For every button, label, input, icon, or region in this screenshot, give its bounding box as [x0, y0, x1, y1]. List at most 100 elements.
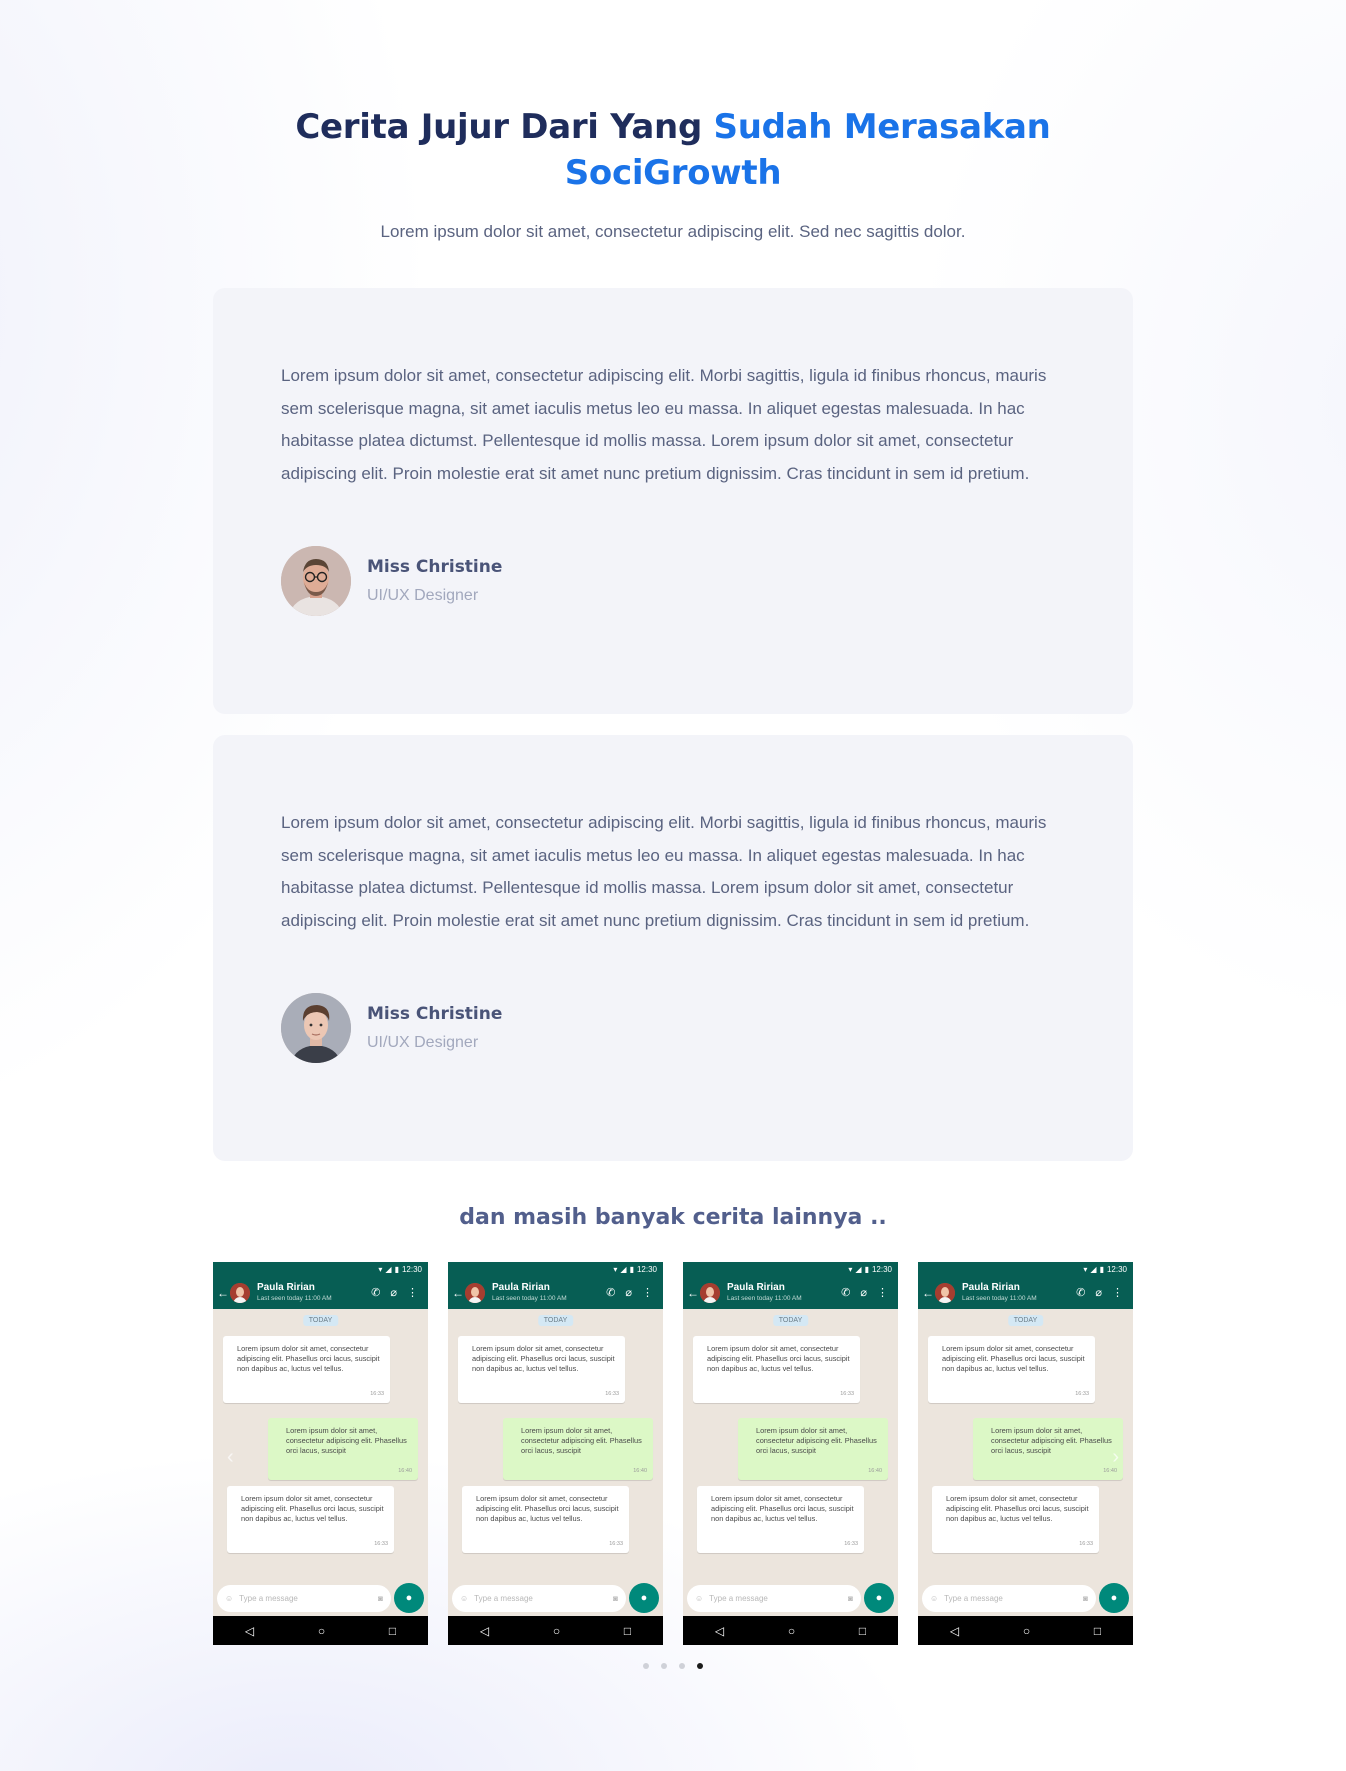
more-stories-title: dan masih banyak cerita lainnya .. — [459, 1205, 887, 1230]
more-menu-icon: ⋮ — [407, 1287, 418, 1299]
back-arrow-icon: ← — [922, 1285, 934, 1300]
contact-info: Paula Ririan Last seen today 11:00 AM — [492, 1282, 606, 1303]
date-chip: TODAY — [772, 1315, 809, 1326]
message-text: Lorem ipsum dolor sit amet, consectetur … — [711, 1494, 854, 1523]
message-text: Lorem ipsum dolor sit amet, consectetur … — [472, 1344, 615, 1373]
chat-header: ← Paula Ririan Last seen today 11:00 AM … — [683, 1276, 898, 1309]
contact-name: Paula Ririan — [492, 1282, 550, 1293]
emoji-icon: ☺ — [460, 1593, 469, 1603]
android-nav-bar: ◁ ○ □ — [683, 1616, 898, 1645]
nav-back-icon: ◁ — [714, 1623, 725, 1638]
carousel-prev-arrow-icon[interactable]: ‹ — [227, 1446, 234, 1469]
message-input-row: ☺ Type a message ◙ ● — [448, 1580, 663, 1616]
back-arrow-icon: ← — [687, 1285, 699, 1300]
contact-info: Paula Ririan Last seen today 11:00 AM — [257, 1282, 371, 1303]
carousel-dot[interactable] — [697, 1663, 703, 1669]
message-text: Lorem ipsum dolor sit amet, consectetur … — [521, 1426, 642, 1455]
nav-home-icon: ○ — [317, 1623, 326, 1638]
avatar — [281, 546, 351, 616]
message-input-row: ☺ Type a message ◙ ● — [918, 1580, 1133, 1616]
contact-avatar — [700, 1282, 720, 1303]
chat-header-actions: ✆ ⌀ ⋮ — [841, 1286, 894, 1299]
outgoing-message: Lorem ipsum dolor sit amet, consectetur … — [738, 1418, 888, 1480]
author-role: UI/UX Designer — [367, 1034, 479, 1051]
camera-icon: ◙ — [1083, 1593, 1088, 1603]
message-placeholder: Type a message — [239, 1593, 298, 1603]
contact-name: Paula Ririan — [727, 1282, 785, 1293]
message-time: 16:33 — [605, 1391, 619, 1397]
testimonial-quote: Lorem ipsum dolor sit amet, consectetur … — [281, 813, 1047, 930]
message-time: 16:33 — [374, 1541, 388, 1547]
last-seen: Last seen today 11:00 AM — [492, 1295, 567, 1302]
author-role: UI/UX Designer — [367, 587, 479, 604]
contact-name: Paula Ririan — [962, 1282, 1020, 1293]
back-arrow-icon: ← — [217, 1285, 229, 1300]
incoming-message: Lorem ipsum dolor sit amet, consectetur … — [458, 1336, 625, 1403]
message-input: ☺ Type a message ◙ — [217, 1584, 391, 1612]
signal-icon: ◢ — [620, 1264, 627, 1274]
chat-header: ← Paula Ririan Last seen today 11:00 AM … — [918, 1276, 1133, 1309]
phone-status-bar: ▾ ◢ ▮ 12:30 — [448, 1262, 663, 1276]
message-text: Lorem ipsum dolor sit amet, consectetur … — [991, 1426, 1112, 1455]
nav-home-icon: ○ — [787, 1623, 796, 1638]
wifi-icon: ▾ — [613, 1264, 618, 1274]
testimonial-card: Lorem ipsum dolor sit amet, consectetur … — [213, 288, 1133, 714]
chat-header: ← Paula Ririan Last seen today 11:00 AM … — [213, 1276, 428, 1309]
nav-home-icon: ○ — [552, 1623, 561, 1638]
chat-header-actions: ✆ ⌀ ⋮ — [371, 1286, 424, 1299]
nav-recents-icon: □ — [858, 1623, 867, 1638]
attachment-icon: ⌀ — [390, 1287, 397, 1299]
carousel-dot[interactable] — [679, 1663, 685, 1669]
message-time: 16:33 — [609, 1541, 623, 1547]
emoji-icon: ☺ — [225, 1593, 234, 1603]
emoji-icon: ☺ — [930, 1593, 939, 1603]
battery-icon: ▮ — [864, 1264, 869, 1274]
chat-screenshot-carousel[interactable]: ▾ ◢ ▮ 12:30 ← Paula Ririan Last seen tod… — [213, 1262, 1133, 1645]
signal-icon: ◢ — [855, 1264, 862, 1274]
phone-status-bar: ▾ ◢ ▮ 12:30 — [683, 1262, 898, 1276]
message-text: Lorem ipsum dolor sit amet, consectetur … — [946, 1494, 1089, 1523]
message-text: Lorem ipsum dolor sit amet, consectetur … — [476, 1494, 619, 1523]
testimonial-author: Miss Christine UI/UX Designer — [281, 993, 1065, 1063]
wifi-icon: ▾ — [378, 1264, 383, 1274]
carousel-dot[interactable] — [661, 1663, 667, 1669]
last-seen: Last seen today 11:00 AM — [257, 1295, 332, 1302]
wifi-icon: ▾ — [848, 1264, 853, 1274]
phone-call-icon: ✆ — [606, 1287, 616, 1299]
contact-avatar — [935, 1282, 955, 1303]
section-subtitle: Lorem ipsum dolor sit amet, consectetur … — [380, 222, 966, 241]
incoming-message: Lorem ipsum dolor sit amet, consectetur … — [928, 1336, 1095, 1403]
avatar — [281, 993, 351, 1063]
status-time: 12:30 — [636, 1264, 657, 1274]
signal-icon: ◢ — [1090, 1264, 1097, 1274]
message-time: 16:40 — [868, 1468, 882, 1474]
contact-name: Paula Ririan — [257, 1282, 315, 1293]
contact-avatar — [230, 1282, 250, 1303]
incoming-message: Lorem ipsum dolor sit amet, consectetur … — [223, 1336, 390, 1403]
message-input-row: ☺ Type a message ◙ ● — [683, 1580, 898, 1616]
microphone-icon: ● — [394, 1583, 424, 1613]
outgoing-message: Lorem ipsum dolor sit amet, consectetur … — [973, 1418, 1123, 1480]
incoming-message: Lorem ipsum dolor sit amet, consectetur … — [693, 1336, 860, 1403]
wifi-icon: ▾ — [1083, 1264, 1088, 1274]
battery-icon: ▮ — [629, 1264, 634, 1274]
message-input: ☺ Type a message ◙ — [687, 1584, 861, 1612]
chat-header-actions: ✆ ⌀ ⋮ — [606, 1286, 659, 1299]
phone-call-icon: ✆ — [841, 1287, 851, 1299]
status-time: 12:30 — [401, 1264, 422, 1274]
author-name: Miss Christine — [367, 1004, 503, 1024]
carousel-next-arrow-icon[interactable]: › — [1112, 1446, 1119, 1469]
more-menu-icon: ⋮ — [877, 1287, 888, 1299]
date-chip: TODAY — [302, 1315, 339, 1326]
carousel-dot[interactable] — [643, 1663, 649, 1669]
signal-icon: ◢ — [385, 1264, 392, 1274]
date-chip: TODAY — [537, 1315, 574, 1326]
contact-info: Paula Ririan Last seen today 11:00 AM — [727, 1282, 841, 1303]
last-seen: Last seen today 11:00 AM — [962, 1295, 1037, 1302]
phone-call-icon: ✆ — [371, 1287, 381, 1299]
more-menu-icon: ⋮ — [1112, 1287, 1123, 1299]
message-input: ☺ Type a message ◙ — [922, 1584, 1096, 1612]
status-time: 12:30 — [1106, 1264, 1127, 1274]
author-info: Miss Christine UI/UX Designer — [367, 1004, 502, 1052]
back-arrow-icon: ← — [452, 1285, 464, 1300]
